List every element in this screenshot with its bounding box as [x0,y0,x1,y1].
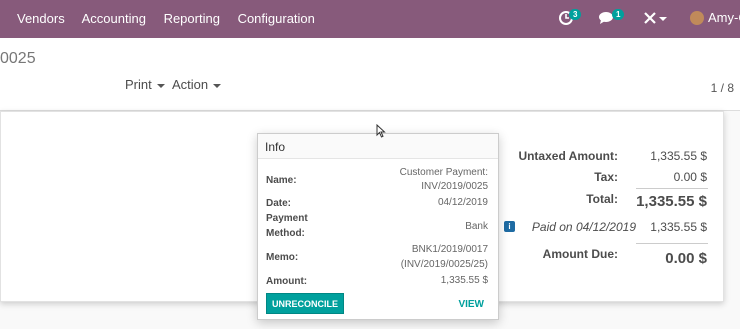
action-dropdown[interactable]: Action [172,77,222,92]
due-divider [636,243,708,244]
chevron-down-icon [156,83,165,88]
top-navbar: Vendors Accounting Reporting Configurati… [0,0,740,38]
untaxed-amount-label: Untaxed Amount: [518,149,618,163]
paid-amount-value: 1,335.55 $ [650,220,707,234]
print-label: Print [125,77,152,92]
name-value-line1: Customer Payment: [399,167,488,178]
payment-info-popover: Info Name: Customer Payment: INV/2019/00… [257,133,499,320]
paid-on-label: Paid on 04/12/2019 [531,220,636,234]
menu-item-vendors[interactable]: Vendors [17,11,65,26]
memo-value-line2: (INV/2019/0025/25) [400,259,488,270]
amount-value: 1,335.55 $ [440,275,488,286]
activity-count-badge: 3 [569,9,582,20]
breadcrumb[interactable]: 0025 [0,50,36,68]
tax-label: Tax: [594,170,618,184]
messages-count-badge: 1 [612,9,625,20]
amount-due-label: Amount Due: [542,247,618,261]
menu-item-configuration[interactable]: Configuration [238,11,315,26]
action-label: Action [172,77,209,92]
user-menu[interactable]: Amy-C [690,8,740,28]
total-divider [636,188,708,189]
mouse-cursor-icon [376,124,386,138]
memo-label: Memo: [266,252,299,263]
tax-value: 0.00 $ [673,170,707,184]
menu-item-accounting[interactable]: Accounting [82,11,146,26]
amount-label: Amount: [266,276,308,287]
payment-method-value: Bank [465,221,488,232]
date-value: 04/12/2019 [437,197,488,208]
amount-due-value: 0.00 $ [665,250,707,267]
debug-menu-button[interactable] [643,8,669,28]
chevron-down-icon [213,83,222,88]
activity-button[interactable]: 3 [558,8,584,28]
chevron-down-icon [659,17,667,21]
name-value-line2: INV/2019/0025 [421,181,488,192]
total-value: 1,335.55 $ [636,193,707,210]
memo-value-line1: BNK1/2019/0017 [411,244,488,255]
control-panel: 0025 Print Action 1 / 8 [0,38,740,111]
payment-method-label-line2: Method: [266,228,305,239]
unreconcile-button[interactable]: UNRECONCILE [266,293,344,314]
payment-method-label-line1: Payment [266,213,308,224]
pager[interactable]: 1 / 8 [711,81,734,95]
untaxed-amount-value: 1,335.55 $ [650,149,707,163]
name-label: Name: [266,175,297,186]
menu-item-reporting[interactable]: Reporting [164,11,220,26]
print-dropdown[interactable]: Print [125,77,165,92]
main-menu: Vendors Accounting Reporting Configurati… [17,11,329,26]
avatar [690,11,704,25]
view-button[interactable]: VIEW [458,299,484,310]
date-label: Date: [266,198,292,209]
messages-button[interactable]: 1 [598,8,626,28]
user-name: Amy-C [708,10,740,25]
tools-icon [644,12,656,24]
total-label: Total: [586,192,618,206]
payment-info-icon[interactable]: i [504,221,515,232]
